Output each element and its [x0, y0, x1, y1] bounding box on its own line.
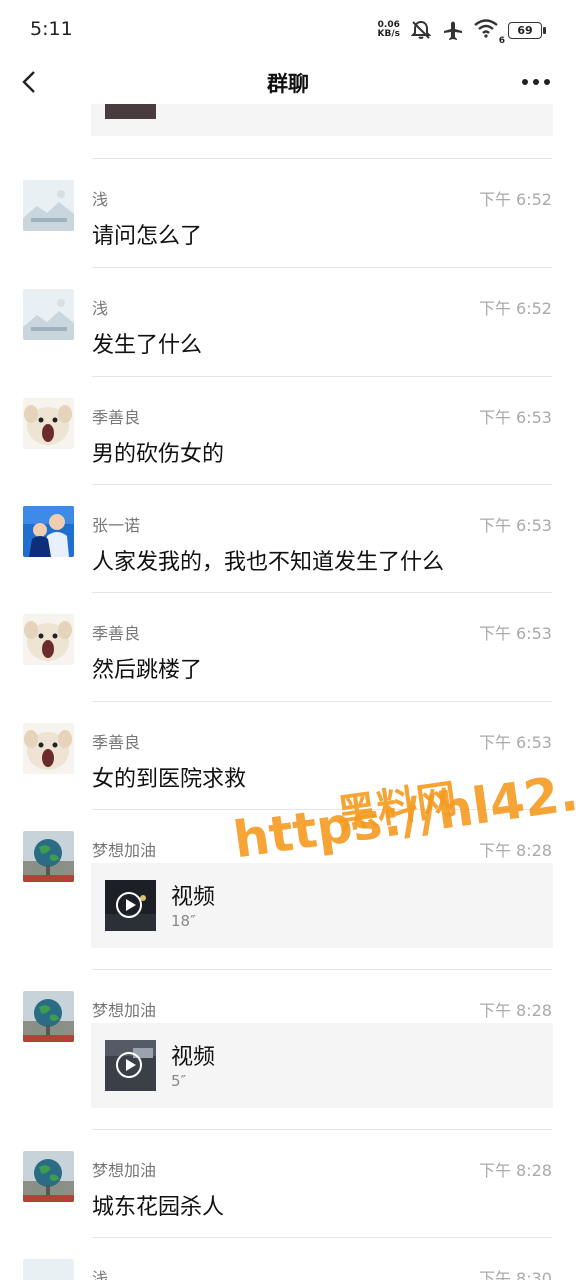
- divider: [92, 701, 552, 702]
- video-title: 视频: [171, 1045, 216, 1070]
- sender-name: 浅: [92, 190, 109, 209]
- video-thumbnail-image: [105, 880, 156, 931]
- divider: [92, 484, 552, 485]
- divider: [92, 376, 552, 377]
- divider: [92, 969, 552, 970]
- wifi-icon: [474, 19, 498, 38]
- video-card[interactable]: 视频 5″: [91, 1023, 553, 1108]
- message-time: 下午 6:52: [478, 190, 552, 209]
- sender-name: 张一诺: [92, 516, 141, 535]
- message-text: 然后跳楼了: [92, 658, 203, 683]
- mute-icon: [410, 20, 432, 39]
- message-text: 人家发我的，我也不知道发生了什么: [92, 550, 445, 575]
- sender-name: 浅: [92, 1269, 109, 1280]
- message-time: 下午 8:28: [478, 841, 552, 860]
- message-text: 请问怎么了: [92, 224, 203, 249]
- battery-icon: 69: [508, 21, 546, 39]
- boys-avatar-image: [23, 506, 74, 557]
- landscape-placeholder-image: [23, 180, 74, 231]
- sender-name: 季善良: [92, 733, 141, 752]
- avatar[interactable]: [23, 831, 74, 882]
- avatar[interactable]: [23, 1259, 74, 1280]
- wifi-signal: 6: [474, 18, 505, 46]
- message-text: 男的砍伤女的: [92, 442, 225, 467]
- video-thumbnail: [105, 104, 156, 119]
- sender-name: 季善良: [92, 408, 141, 427]
- message-text: 发生了什么: [92, 333, 203, 358]
- message-time: 下午 6:53: [478, 733, 552, 752]
- globe-sculpture-image: [23, 831, 74, 882]
- video-duration: 5″: [171, 1072, 187, 1090]
- video-title: 视频: [171, 885, 216, 910]
- message-text: 女的到医院求救: [92, 767, 247, 792]
- avatar[interactable]: [23, 1151, 74, 1202]
- message-text: 城东花园杀人: [92, 1195, 225, 1220]
- divider: [92, 1237, 552, 1238]
- avatar[interactable]: [23, 180, 74, 231]
- puppy-avatar-image: [23, 398, 74, 449]
- sender-name: 梦想加油: [92, 1161, 157, 1180]
- puppy-avatar-image: [23, 614, 74, 665]
- nav-bar: 群聊: [0, 60, 576, 104]
- avatar[interactable]: [23, 289, 74, 340]
- video-duration: 18″: [171, 912, 196, 930]
- more-dots-icon: [522, 79, 550, 85]
- divider: [92, 267, 552, 268]
- network-speed: 0.06 KB/s: [378, 21, 400, 39]
- avatar[interactable]: [23, 506, 74, 557]
- message-time: 下午 6:53: [478, 516, 552, 535]
- message-time: 下午 6:52: [478, 299, 552, 318]
- more-button[interactable]: [518, 68, 554, 96]
- avatar[interactable]: [23, 991, 74, 1042]
- battery-level: 69: [517, 23, 533, 37]
- message-time: 下午 6:53: [478, 624, 552, 643]
- landscape-placeholder-image: [23, 289, 74, 340]
- video-thumbnail-image: [105, 1040, 156, 1091]
- video-thumbnail: [105, 1040, 156, 1091]
- video-thumbnail: [105, 880, 156, 931]
- message-time: 下午 8:28: [478, 1001, 552, 1020]
- status-icons: 0.06 KB/s 6 69: [378, 18, 546, 46]
- avatar[interactable]: [23, 614, 74, 665]
- avatar[interactable]: [23, 398, 74, 449]
- landscape-placeholder-image: [23, 1259, 74, 1280]
- message-time: 下午 8:30: [478, 1269, 552, 1280]
- status-bar: 5:11 0.06 KB/s 6 69: [0, 0, 576, 60]
- sender-name: 浅: [92, 299, 109, 318]
- video-card[interactable]: 视频 18″: [91, 863, 553, 948]
- puppy-avatar-image: [23, 723, 74, 774]
- globe-sculpture-image: [23, 1151, 74, 1202]
- sender-name: 梦想加油: [92, 841, 157, 860]
- partial-video-card[interactable]: 49: [91, 104, 553, 136]
- sender-name: 季善良: [92, 624, 141, 643]
- status-time: 5:11: [30, 18, 73, 40]
- avatar[interactable]: [23, 723, 74, 774]
- page-title: 群聊: [267, 72, 309, 96]
- globe-sculpture-image: [23, 991, 74, 1042]
- divider: [92, 1129, 552, 1130]
- message-list[interactable]: 49 浅 下午 6:52 请问怎么了 浅 下午 6:52 发: [0, 104, 576, 1280]
- wifi-label: 6: [498, 36, 505, 46]
- airplane-icon: [444, 21, 462, 40]
- divider: [92, 592, 552, 593]
- network-speed-unit: KB/s: [377, 29, 400, 39]
- message-time: 下午 6:53: [478, 408, 552, 427]
- divider: [92, 158, 552, 159]
- message-time: 下午 8:28: [478, 1161, 552, 1180]
- sender-name: 梦想加油: [92, 1001, 157, 1020]
